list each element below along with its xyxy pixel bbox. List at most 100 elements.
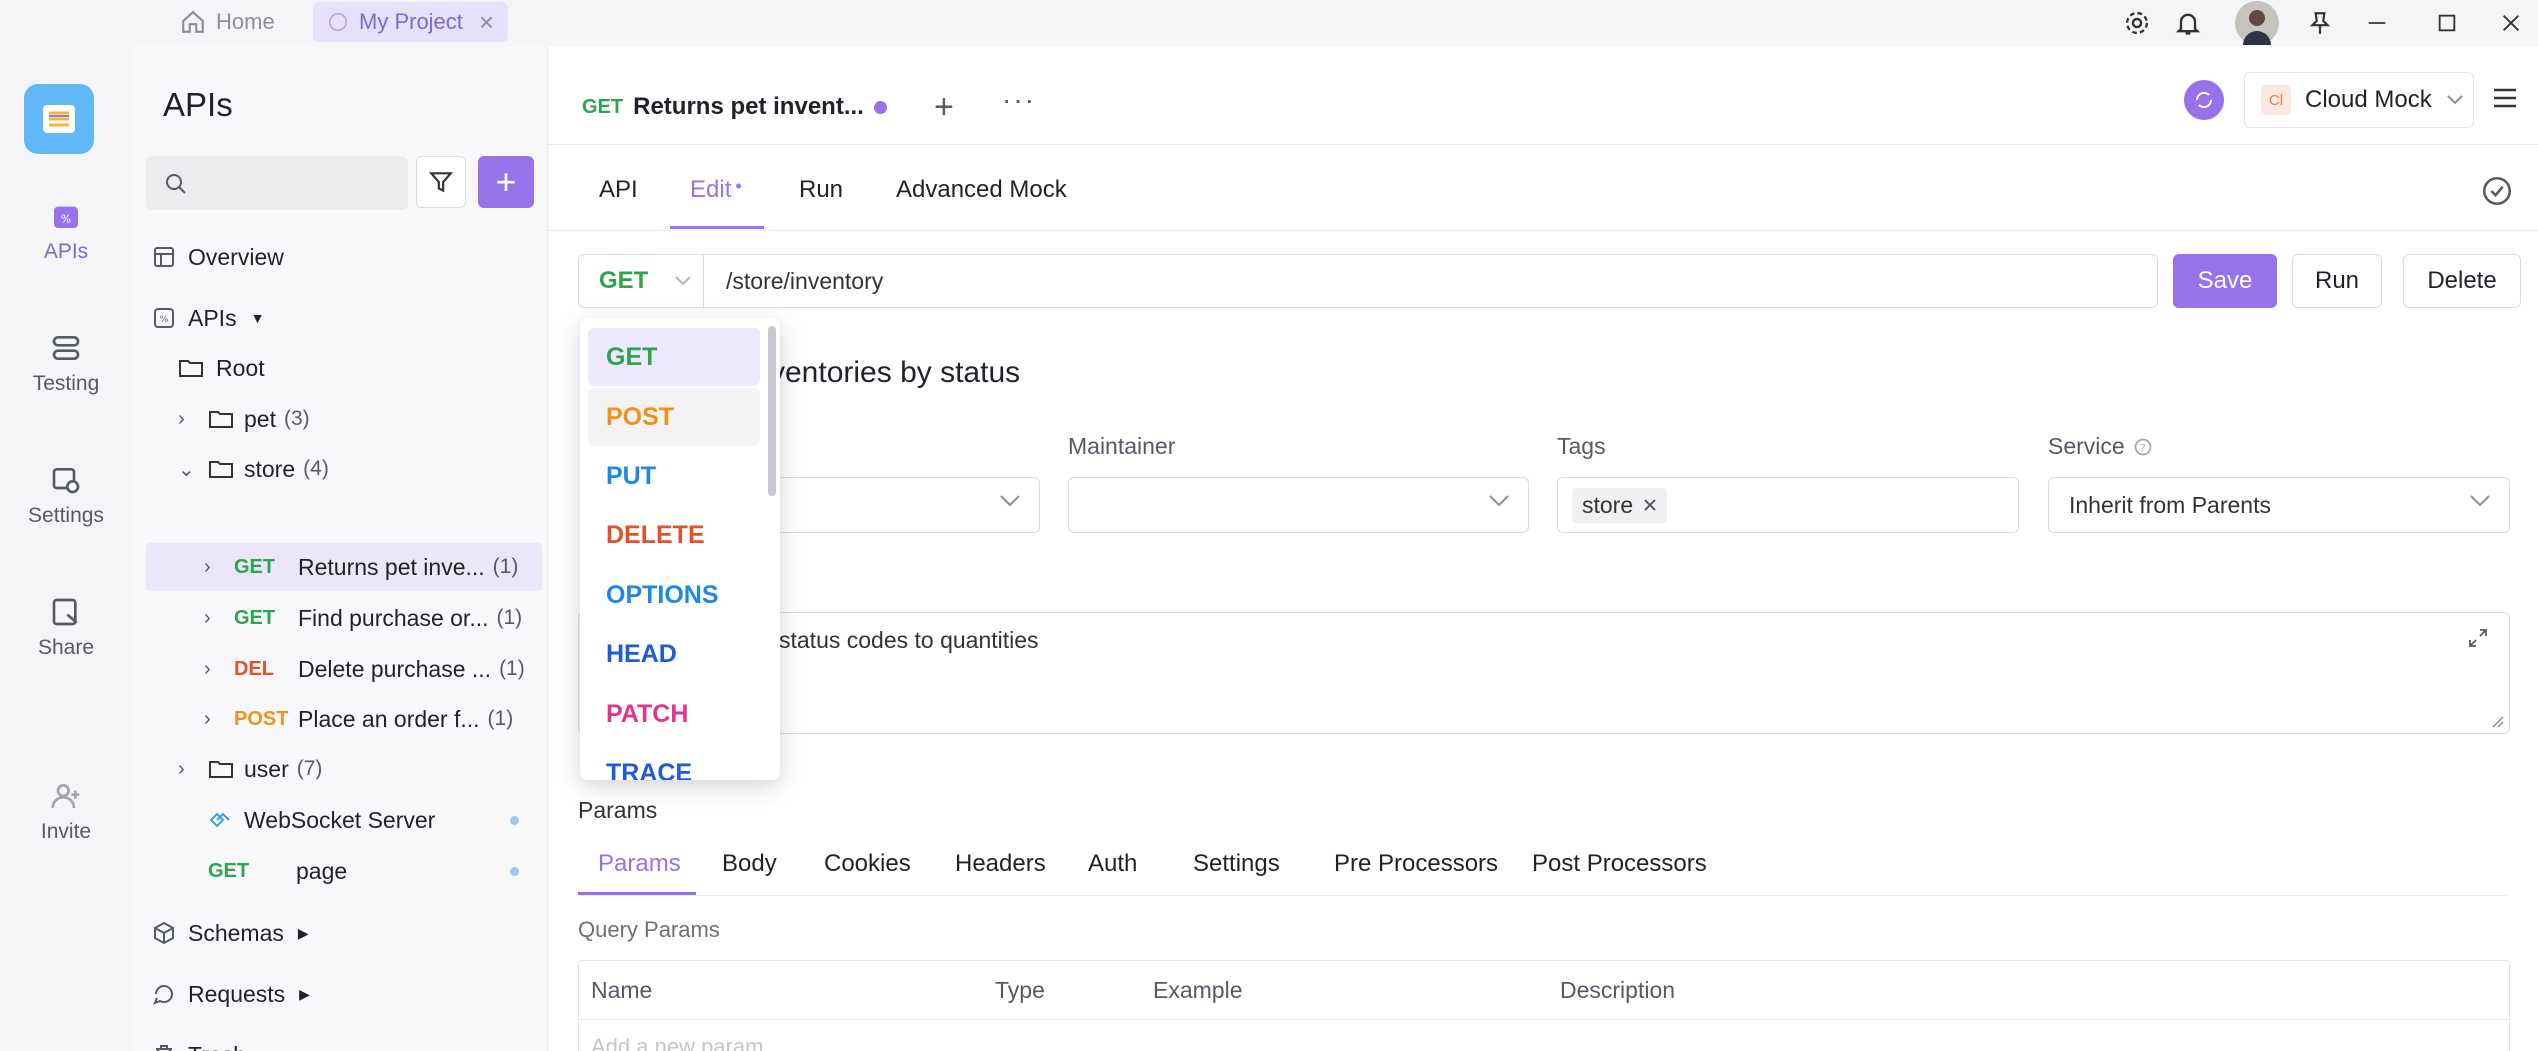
method-option-post[interactable]: POST [588,388,760,446]
tab-settings[interactable]: Settings [1193,850,1280,878]
api-count: (1) [496,606,523,629]
search-input[interactable] [146,156,408,210]
method-option-trace[interactable]: TRACE [588,744,760,781]
tab-home[interactable]: Home [166,2,289,42]
chevron-down-icon[interactable]: ⌄ [178,457,200,482]
sidebar-item-root[interactable]: Root [178,345,265,391]
tags-select[interactable]: store [1557,477,2019,533]
remove-tag-icon[interactable] [1643,498,1657,512]
sidebar-item-trash[interactable]: Trash [152,1032,246,1051]
sidebar-item-overview[interactable]: Overview [152,234,284,280]
status-select[interactable] [760,477,1040,533]
gear-icon[interactable] [2120,6,2154,40]
dropdown-scrollbar[interactable] [768,326,776,496]
tab-post-processors[interactable]: Post Processors [1532,850,1707,878]
trash-icon [152,1043,176,1051]
rail-settings[interactable]: Settings [0,464,132,528]
tab-headers[interactable]: Headers [955,850,1046,878]
rail-apis[interactable]: % APIs [0,200,132,264]
filter-button[interactable] [416,156,466,208]
option-label: GET [606,342,658,371]
service-select[interactable]: Inherit from Parents [2048,477,2510,533]
history-icon[interactable] [2480,174,2514,208]
bell-icon[interactable] [2171,6,2205,40]
option-label: POST [606,402,675,431]
method-option-patch[interactable]: PATCH [588,685,760,743]
add-param-input[interactable]: Add a new param [591,1034,763,1051]
tab-params[interactable]: Params [598,850,681,878]
tab-pre-processors[interactable]: Pre Processors [1334,850,1498,878]
api-count: (1) [487,707,514,730]
header-divider [548,144,2538,145]
path-input[interactable]: /store/inventory [703,254,2158,308]
maintainer-select[interactable] [1068,477,1529,533]
method-select[interactable]: GET [578,254,704,308]
new-tab-button[interactable]: + [934,88,954,127]
pin-icon[interactable] [2303,6,2337,40]
sidebar-item-store[interactable]: ⌄ store (4) [178,446,329,492]
method-option-delete[interactable]: DELETE [588,506,760,564]
sidebar-item-page[interactable]: GET page [208,848,347,894]
rail-testing[interactable]: Testing [0,332,132,396]
tab-api[interactable]: API [599,176,638,204]
trash-label: Trash [188,1042,246,1051]
user-count: (7) [296,757,323,780]
tab-run[interactable]: Run [799,176,843,204]
chevron-right-icon[interactable]: › [178,408,200,431]
sidebar-item-find-purchase-order[interactable]: › GET Find purchase or... (1) [204,595,522,641]
method-option-get[interactable]: GET [588,328,760,386]
requests-label: Requests [188,980,286,1007]
tab-auth[interactable]: Auth [1088,850,1137,878]
method-option-put[interactable]: PUT [588,447,760,505]
more-icon[interactable]: ··· [1002,84,1036,116]
environment-select[interactable]: Cl Cloud Mock [2244,72,2474,128]
rail-testing-label: Testing [32,372,100,395]
minimize-icon[interactable] [2360,6,2394,40]
method-option-options[interactable]: OPTIONS [588,566,760,624]
tab-edit[interactable]: Edit • [690,176,742,204]
sidebar-item-returns-pet-inventory[interactable]: › GET Returns pet inve... (1) [204,544,518,590]
resize-handle-icon[interactable] [2491,715,2505,729]
tab-advanced-mock[interactable]: Advanced Mock [896,176,1067,204]
chevron-right-icon[interactable]: › [204,658,226,681]
help-icon[interactable]: ? [2133,437,2153,457]
close-window-icon[interactable] [2494,6,2528,40]
sidebar-item-requests[interactable]: Requests ▶ [152,971,310,1017]
sidebar-item-place-order[interactable]: › POST Place an order f... (1) [204,696,513,742]
document-tab[interactable]: GET Returns pet invent... [562,70,908,144]
chevron-right-icon[interactable]: › [204,607,226,630]
api-name: Find purchase or... [298,604,489,631]
sidebar-item-schemas[interactable]: Schemas ▶ [152,910,309,956]
chevron-right-icon[interactable]: › [178,758,200,781]
save-button[interactable]: Save [2173,254,2277,308]
maximize-icon[interactable] [2430,6,2464,40]
sidebar-item-apis[interactable]: % APIs ▼ [152,295,264,341]
run-button[interactable]: Run [2292,254,2382,308]
expand-icon[interactable] [2467,627,2489,649]
close-icon[interactable]: × [479,7,494,38]
sidebar-item-user[interactable]: › user (7) [178,746,322,792]
sync-icon[interactable] [2184,80,2224,120]
api-name-title[interactable]: ventories by status [770,356,1020,390]
sidebar-item-delete-purchase[interactable]: › DEL Delete purchase ... (1) [204,646,525,692]
caret-right-icon: ▶ [297,924,309,941]
description-textarea[interactable]: status codes to quantities [578,612,2510,734]
tab-cookies[interactable]: Cookies [824,850,911,878]
add-button[interactable]: + [478,156,534,208]
share-icon [50,596,82,628]
sidebar-item-websocket[interactable]: WebSocket Server [208,797,435,843]
chevron-right-icon[interactable]: › [204,556,226,579]
caret-down-icon: ▼ [250,310,265,326]
avatar[interactable] [2235,1,2279,45]
tab-my-project[interactable]: My Project × [313,2,509,42]
chevron-right-icon[interactable]: › [204,708,226,731]
method-option-head[interactable]: HEAD [588,625,760,683]
rail-invite[interactable]: Invite [0,780,132,844]
method-badge: GET [234,555,276,578]
tab-body[interactable]: Body [722,850,777,878]
hamburger-menu-icon[interactable] [2490,84,2520,112]
websocket-icon [208,808,232,832]
sidebar-item-pet[interactable]: › pet (3) [178,396,310,442]
delete-button[interactable]: Delete [2403,254,2521,308]
rail-share[interactable]: Share [0,596,132,660]
